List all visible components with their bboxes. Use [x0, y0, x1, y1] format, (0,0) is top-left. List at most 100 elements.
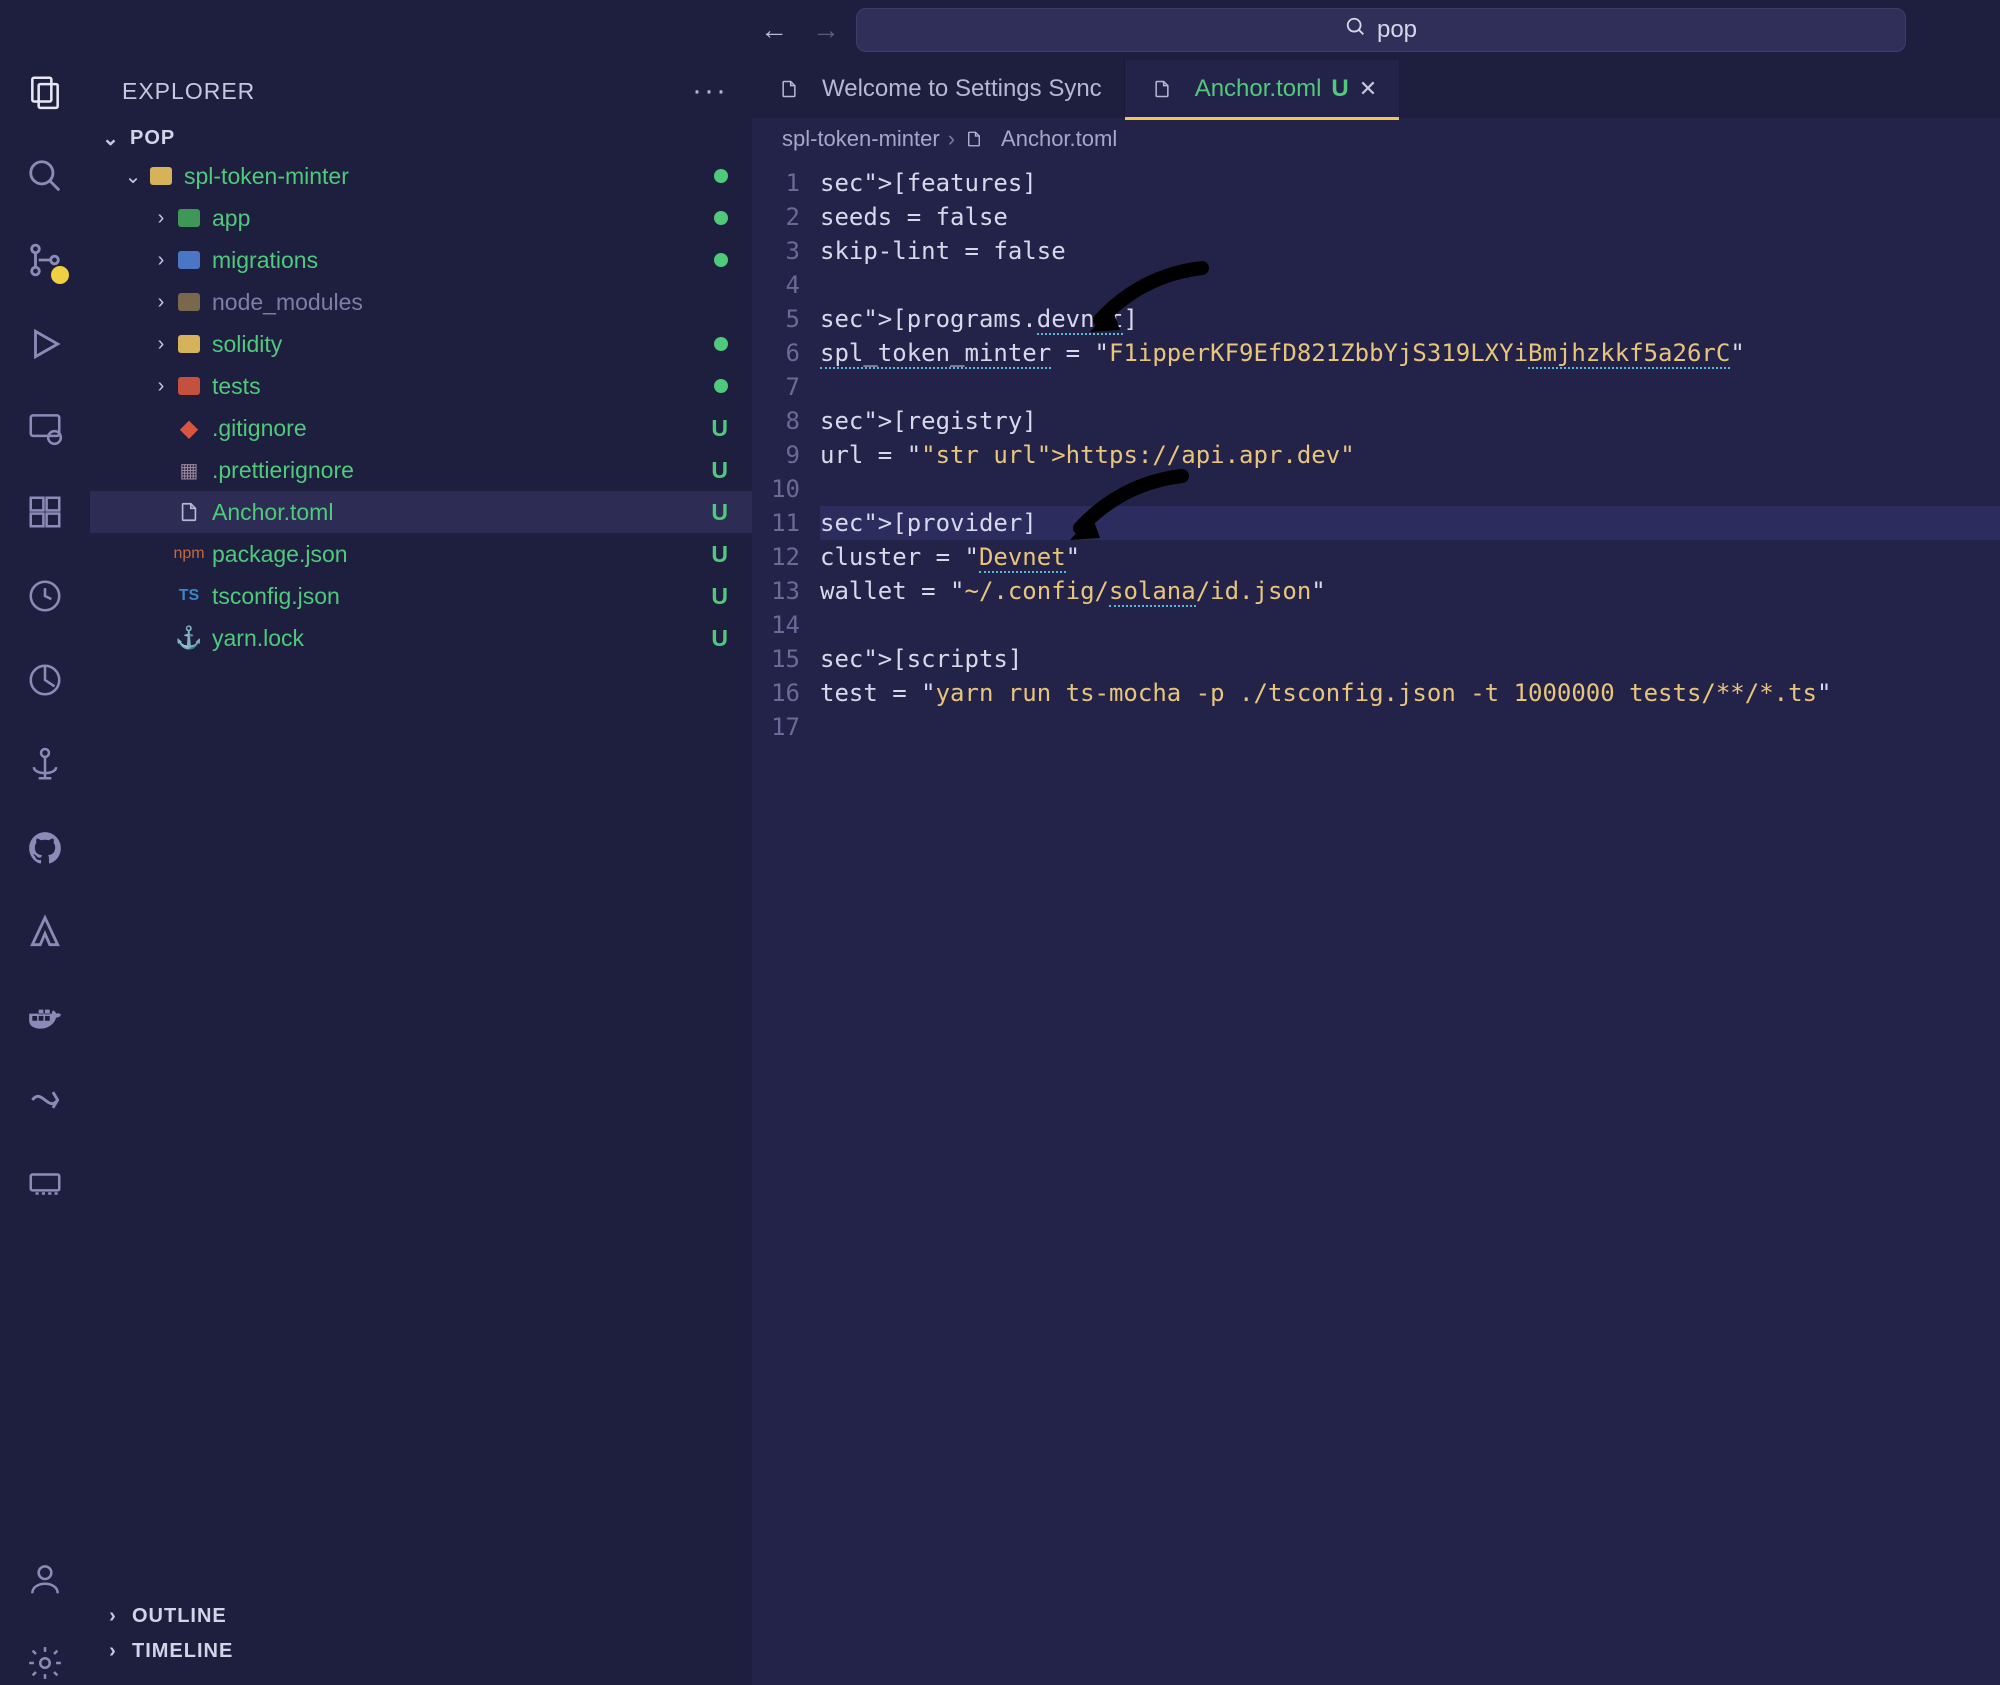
- prettier-icon: ▦: [174, 455, 204, 485]
- chevron-right-icon: ›: [100, 1640, 126, 1663]
- tab-label: Welcome to Settings Sync: [822, 75, 1102, 103]
- file-label: package.json: [212, 541, 711, 568]
- sidebar-section-pop[interactable]: ⌄ POP: [90, 122, 752, 155]
- git-untracked-badge: U: [711, 625, 728, 652]
- chevron-right-icon: ›: [148, 333, 174, 356]
- folder-icon: [174, 203, 204, 233]
- git-untracked-badge: U: [711, 415, 728, 442]
- remote-explorer-icon[interactable]: [23, 406, 67, 450]
- tree-folder[interactable]: › migrations: [90, 239, 752, 281]
- sidebar-outline[interactable]: › OUTLINE: [90, 1599, 752, 1634]
- tree-file[interactable]: ▦ .prettierignore U: [90, 449, 752, 491]
- code-editor[interactable]: 1234567891011121314151617 sec">[features…: [752, 160, 2000, 1685]
- git-modified-dot-icon: [714, 211, 728, 225]
- sidebar-timeline[interactable]: › TIMELINE: [90, 1634, 752, 1669]
- file-icon: [1147, 74, 1177, 104]
- accounts-icon[interactable]: [23, 1557, 67, 1601]
- tree-file[interactable]: ⚓ yarn.lock U: [90, 617, 752, 659]
- chevron-right-icon: ›: [148, 207, 174, 230]
- git-untracked-badge: U: [711, 541, 728, 568]
- chevron-right-icon: ›: [148, 249, 174, 272]
- output-icon[interactable]: [23, 1162, 67, 1206]
- title-bar: ← → pop: [0, 0, 2000, 60]
- file-label: .prettierignore: [212, 457, 711, 484]
- tree-folder[interactable]: › tests: [90, 365, 752, 407]
- file-label: tsconfig.json: [212, 583, 711, 610]
- folder-icon: [174, 245, 204, 275]
- tree-file[interactable]: Anchor.toml U: [90, 491, 752, 533]
- explorer-title: EXPLORER: [122, 78, 255, 105]
- tree-folder[interactable]: › solidity: [90, 323, 752, 365]
- share-icon[interactable]: [23, 1078, 67, 1122]
- extensions-icon[interactable]: [23, 490, 67, 534]
- tab-label: Anchor.toml: [1195, 75, 1322, 103]
- folder-icon: [174, 371, 204, 401]
- git-modified-dot-icon: [714, 253, 728, 267]
- timeline-label: TIMELINE: [132, 1640, 233, 1663]
- search-activity-icon[interactable]: [23, 154, 67, 198]
- yarn-icon: ⚓: [174, 623, 204, 653]
- breadcrumb-part: Anchor.toml: [1001, 126, 1117, 152]
- folder-label: app: [212, 205, 714, 232]
- tab-modified-badge: U: [1331, 75, 1348, 103]
- git-modified-dot-icon: [714, 337, 728, 351]
- chevron-down-icon: ⌄: [120, 164, 146, 189]
- file-label: Anchor.toml: [212, 499, 711, 526]
- tab-welcome[interactable]: Welcome to Settings Sync: [752, 60, 1125, 118]
- file-icon: [963, 128, 985, 150]
- file-icon: [174, 497, 204, 527]
- search-input[interactable]: pop: [856, 8, 1906, 52]
- npm-icon: npm: [174, 539, 204, 569]
- breadcrumb[interactable]: spl-token-minter › Anchor.toml: [752, 118, 2000, 160]
- code-content[interactable]: sec">[features]seeds = falseskip-lint = …: [820, 160, 2000, 1685]
- run-debug-icon[interactable]: [23, 322, 67, 366]
- tree-folder[interactable]: › app: [90, 197, 752, 239]
- tree-folder-root[interactable]: ⌄ spl-token-minter: [90, 155, 752, 197]
- project-manager-icon[interactable]: [23, 658, 67, 702]
- file-tree: ⌄ spl-token-minter › app › migrations › …: [90, 155, 752, 659]
- sidebar: EXPLORER ··· ⌄ POP ⌄ spl-token-minter › …: [90, 60, 752, 1685]
- folder-label: spl-token-minter: [184, 163, 714, 190]
- tree-file[interactable]: TS tsconfig.json U: [90, 575, 752, 617]
- file-label: yarn.lock: [212, 625, 711, 652]
- azure-icon[interactable]: [23, 910, 67, 954]
- folder-label: tests: [212, 373, 714, 400]
- git-untracked-badge: U: [711, 457, 728, 484]
- tree-file[interactable]: npm package.json U: [90, 533, 752, 575]
- sidebar-header: EXPLORER ···: [90, 60, 752, 122]
- anchor-icon[interactable]: [23, 742, 67, 786]
- chevron-right-icon: ›: [148, 375, 174, 398]
- ts-icon: TS: [174, 581, 204, 611]
- breadcrumb-part: spl-token-minter: [782, 126, 940, 152]
- nav-forward-icon[interactable]: →: [812, 14, 840, 46]
- line-gutter: 1234567891011121314151617: [752, 160, 820, 1685]
- tab-bar: Welcome to Settings Sync Anchor.toml U ✕: [752, 60, 2000, 118]
- section-label: POP: [130, 127, 175, 150]
- timeline-activity-icon[interactable]: [23, 574, 67, 618]
- explorer-icon[interactable]: [23, 70, 67, 114]
- folder-icon: [174, 287, 204, 317]
- git-modified-dot-icon: [714, 379, 728, 393]
- search-value: pop: [1377, 16, 1417, 44]
- git-untracked-badge: U: [711, 499, 728, 526]
- chevron-down-icon: ⌄: [98, 126, 124, 151]
- chevron-right-icon: ›: [948, 126, 955, 152]
- close-icon[interactable]: ✕: [1359, 76, 1377, 102]
- activity-bar: [0, 60, 90, 1685]
- nav-back-icon[interactable]: ←: [760, 14, 788, 46]
- outline-label: OUTLINE: [132, 1605, 227, 1628]
- tree-file[interactable]: ◆ .gitignore U: [90, 407, 752, 449]
- folder-label: solidity: [212, 331, 714, 358]
- tab-anchor-toml[interactable]: Anchor.toml U ✕: [1125, 60, 1401, 118]
- editor-area: Welcome to Settings Sync Anchor.toml U ✕…: [752, 60, 2000, 1685]
- chevron-right-icon: ›: [100, 1605, 126, 1628]
- docker-icon[interactable]: [23, 994, 67, 1038]
- source-control-icon[interactable]: [23, 238, 67, 282]
- settings-gear-icon[interactable]: [23, 1641, 67, 1685]
- github-icon[interactable]: [23, 826, 67, 870]
- git-untracked-badge: U: [711, 583, 728, 610]
- sidebar-more-icon[interactable]: ···: [692, 74, 728, 108]
- git-modified-dot-icon: [714, 169, 728, 183]
- search-icon: [1345, 16, 1367, 44]
- tree-folder[interactable]: › node_modules: [90, 281, 752, 323]
